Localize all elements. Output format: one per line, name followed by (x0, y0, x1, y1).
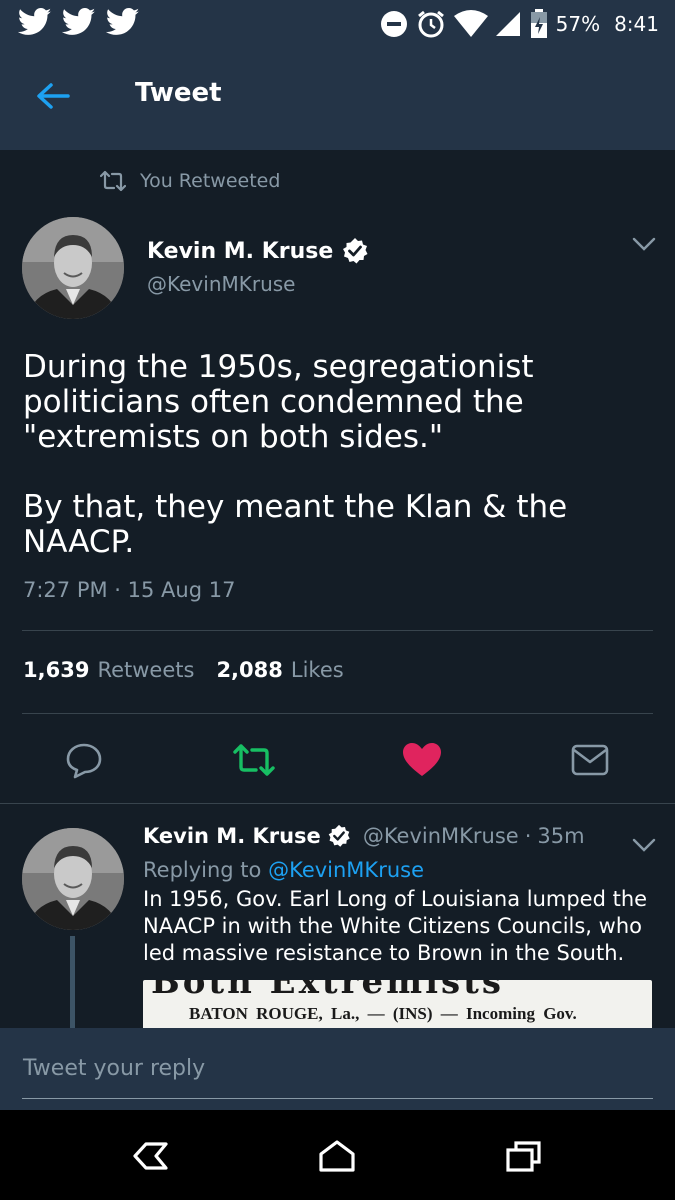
tweet-text: During the 1950s, segregationist politic… (23, 349, 568, 560)
retweet-icon (233, 744, 275, 776)
divider (22, 713, 653, 714)
author-handle[interactable]: @KevinMKruse (147, 272, 296, 296)
replying-to: Replying to @KevinMKruse (143, 858, 424, 882)
author-name-row[interactable]: Kevin M. Kruse (147, 237, 369, 265)
retweets-stat[interactable]: 1,639 Retweets (23, 658, 194, 682)
chevron-down-icon[interactable] (630, 232, 658, 256)
home-icon (319, 1140, 355, 1172)
reply-input[interactable]: Tweet your reply (23, 1056, 205, 1081)
alarm-icon (417, 10, 444, 38)
wifi-icon (453, 10, 488, 37)
replying-to-handle[interactable]: @KevinMKruse (268, 858, 424, 882)
nav-home-button[interactable] (315, 1134, 359, 1178)
likes-label: Likes (290, 658, 344, 682)
reply-author-name: Kevin M. Kruse (143, 824, 321, 848)
newspaper-headline: Both Extremists (151, 980, 504, 1002)
likes-count: 2,088 (216, 658, 283, 682)
reply-author-handle: @KevinMKruse (362, 824, 519, 848)
reply-header[interactable]: Kevin M. Kruse @KevinMKruse · 35m (143, 824, 585, 848)
battery-icon (530, 9, 547, 38)
avatar-photo (22, 217, 124, 319)
reply-button[interactable] (62, 738, 106, 782)
arrow-left-icon (37, 83, 70, 109)
reply-bubble-icon (66, 743, 102, 779)
direct-message-button[interactable] (568, 738, 612, 782)
retweet-button[interactable] (232, 738, 276, 782)
verified-badge-icon (343, 238, 368, 264)
divider (0, 803, 675, 804)
replying-to-label: Replying to (143, 858, 262, 882)
do-not-disturb-icon (380, 11, 407, 37)
retweet-context: You Retweeted (100, 170, 280, 192)
nav-back-icon (133, 1142, 168, 1170)
tweet-actions (0, 738, 675, 784)
notification-icons (18, 8, 140, 36)
retweets-count: 1,639 (23, 658, 90, 682)
newspaper-dateline: BATON ROUGE, La., — (INS) — Incoming Gov… (189, 1004, 577, 1023)
retweet-label: You Retweeted (140, 170, 281, 192)
back-button[interactable] (28, 76, 78, 116)
nav-back-button[interactable] (128, 1134, 172, 1178)
page-title: Tweet (135, 78, 222, 108)
status-bar: 57% 8:41 (0, 0, 675, 48)
thread-connector (70, 936, 75, 1036)
twitter-bird-icon (62, 8, 96, 35)
envelope-icon (571, 744, 609, 776)
clock: 8:41 (614, 12, 659, 36)
system-indicators: 57% 8:41 (380, 6, 659, 42)
tweet-timestamp: 7:27 PM · 15 Aug 17 (23, 578, 236, 602)
recents-icon (506, 1141, 541, 1172)
app-bar: Tweet (0, 48, 675, 150)
like-button[interactable] (400, 738, 444, 782)
twitter-bird-icon (18, 8, 52, 35)
author-avatar[interactable] (22, 217, 124, 319)
verified-badge-icon (328, 824, 350, 847)
engagement-stats: 1,639 Retweets 2,088 Likes (23, 658, 344, 682)
system-nav-bar (0, 1110, 675, 1200)
divider (22, 630, 653, 631)
retweet-icon (100, 170, 126, 192)
reply-author-avatar[interactable] (22, 828, 124, 930)
retweets-label: Retweets (97, 658, 195, 682)
cellular-signal-icon (495, 12, 520, 36)
chevron-down-icon[interactable] (630, 833, 658, 857)
reply-text: In 1956, Gov. Earl Long of Louisiana lum… (143, 887, 648, 965)
twitter-bird-icon (106, 8, 140, 35)
battery-percentage: 57% (555, 12, 601, 36)
likes-stat[interactable]: 2,088 Likes (216, 658, 343, 682)
heart-icon (403, 743, 441, 776)
reply-time: 35m (537, 824, 585, 848)
author-name: Kevin M. Kruse (147, 238, 334, 264)
nav-recents-button[interactable] (502, 1134, 546, 1178)
reply-separator: · (524, 824, 532, 848)
avatar-photo (22, 828, 124, 930)
input-underline (22, 1098, 653, 1099)
reply-composer: Tweet your reply (0, 1028, 675, 1110)
